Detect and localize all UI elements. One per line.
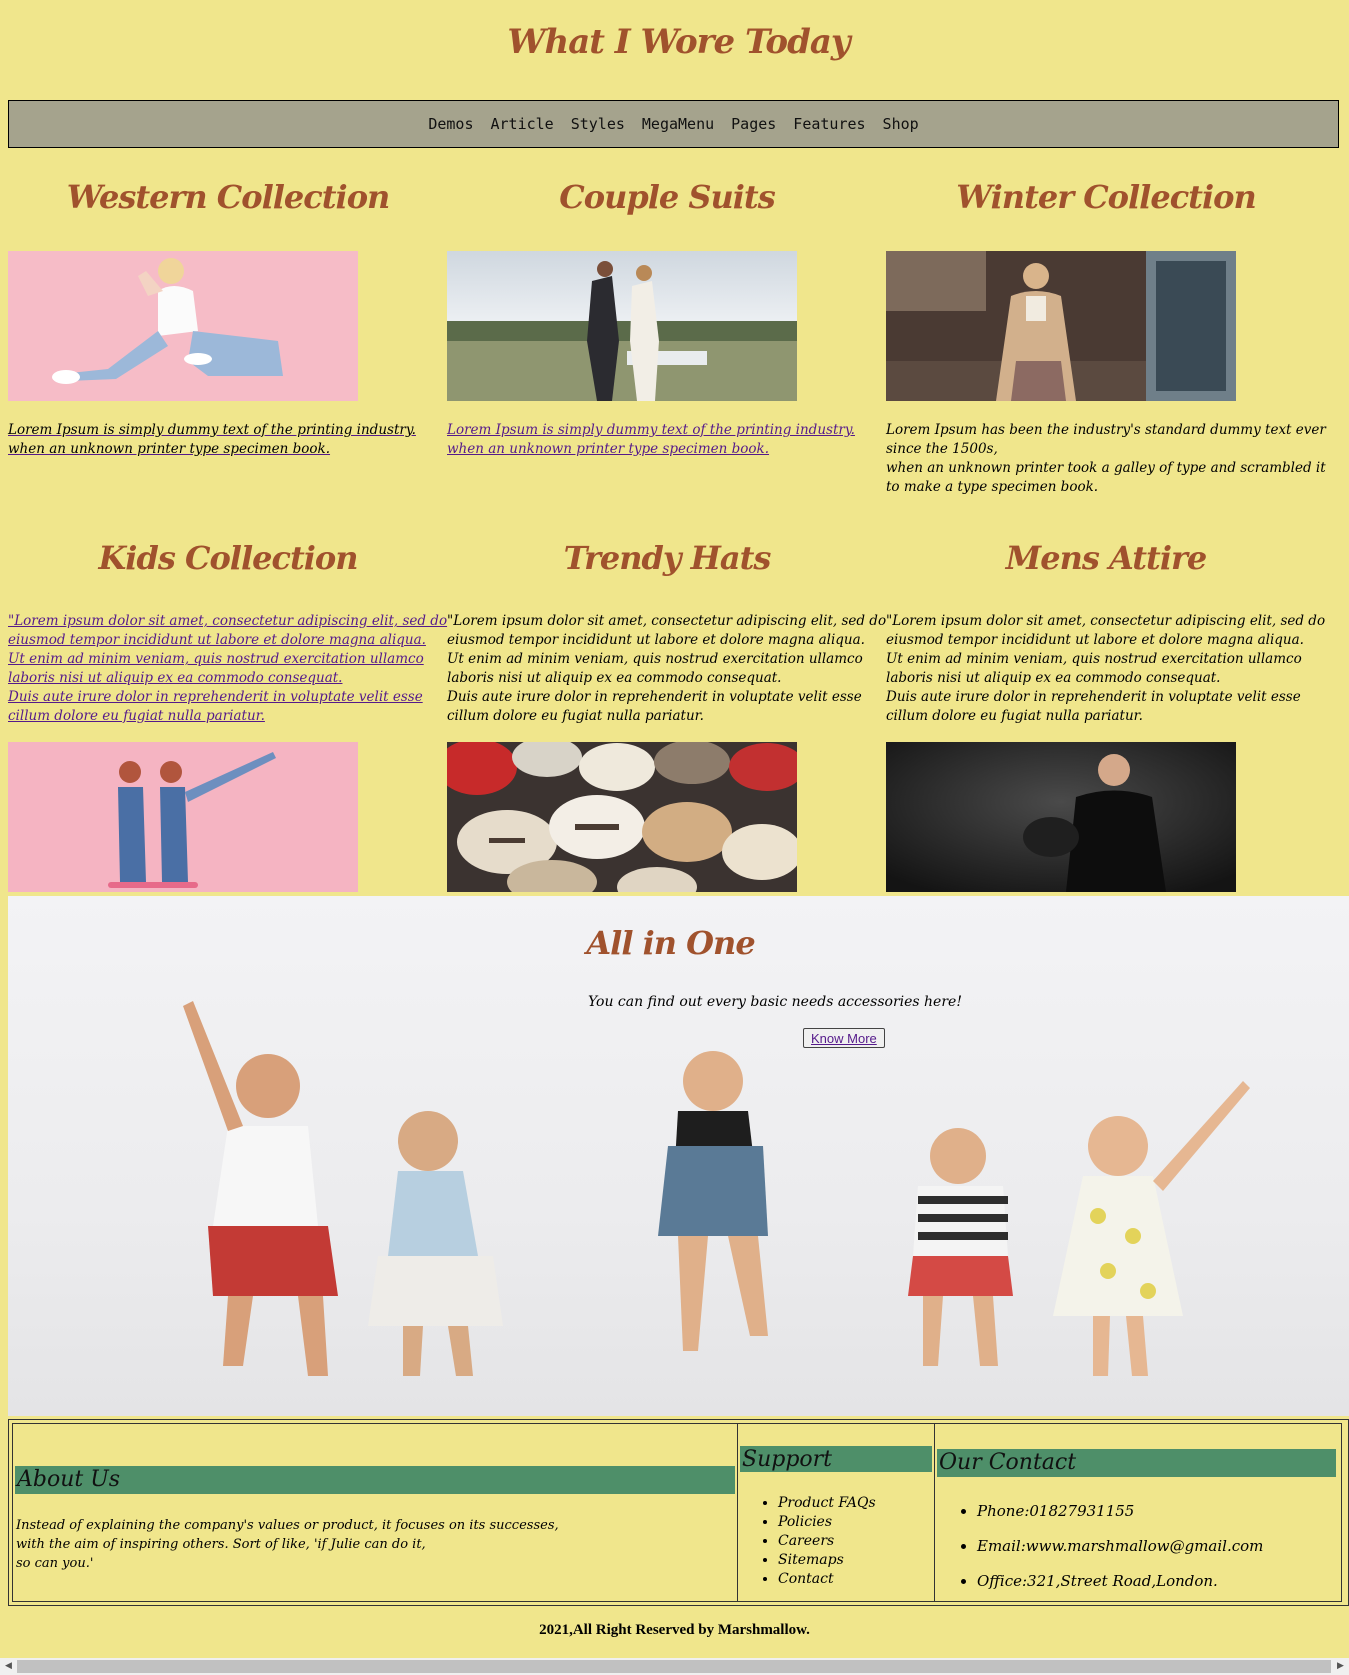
kids-collection-title: Kids Collection bbox=[98, 539, 358, 577]
mens-attire-text: "Lorem ipsum dolor sit amet, consectetur… bbox=[886, 612, 1326, 726]
footer-support-cell: Support Product FAQs Policies Careers Si… bbox=[737, 1423, 935, 1602]
support-list: Product FAQs Policies Careers Sitemaps C… bbox=[758, 1494, 876, 1589]
hats-line-1: "Lorem ipsum dolor sit amet, consectetur… bbox=[447, 613, 887, 648]
mens-line-3: Duis aute irure dolor in reprehenderit i… bbox=[886, 689, 1301, 724]
nav-megamenu[interactable]: MegaMenu bbox=[642, 115, 714, 133]
nav-styles[interactable]: Styles bbox=[571, 115, 625, 133]
hero-title: All in One bbox=[586, 924, 755, 962]
hero-kids-illustration bbox=[183, 1001, 1250, 1376]
nav-features[interactable]: Features bbox=[793, 115, 865, 133]
about-line-3: so can you.' bbox=[16, 1556, 94, 1571]
footer-contact-cell: Our Contact Phone:01827931155 Email:www.… bbox=[934, 1423, 1342, 1602]
about-line-2: with the aim of inspiring others. Sort o… bbox=[16, 1537, 426, 1552]
kids-line-2[interactable]: Ut enim ad minim veniam, quis nostrud ex… bbox=[8, 651, 424, 686]
nav-article[interactable]: Article bbox=[490, 115, 553, 133]
winter-collection-text: Lorem Ipsum has been the industry's stan… bbox=[886, 421, 1326, 497]
western-collection-title: Western Collection bbox=[66, 178, 391, 216]
trendy-hats-card: Trendy Hats bbox=[447, 539, 887, 577]
mens-line-1: "Lorem ipsum dolor sit amet, consectetur… bbox=[886, 613, 1326, 648]
western-line-2: when an unknown printer type specimen bo… bbox=[8, 441, 331, 457]
western-line-1: Lorem Ipsum is simply dummy text of the … bbox=[8, 422, 416, 438]
footer-table: About Us Instead of explaining the compa… bbox=[8, 1419, 1349, 1606]
about-line-1: Instead of explaining the company's valu… bbox=[16, 1518, 559, 1533]
couple-suits-text[interactable]: Lorem Ipsum is simply dummy text of the … bbox=[447, 421, 887, 459]
couple-line-1[interactable]: Lorem Ipsum is simply dummy text of the … bbox=[447, 422, 855, 438]
contact-office: Office:321,Street Road,London. bbox=[977, 1564, 1263, 1599]
kids-line-1[interactable]: "Lorem ipsum dolor sit amet, consectetur… bbox=[8, 613, 447, 648]
main-navbar: Demos Article Styles MegaMenu Pages Feat… bbox=[8, 100, 1339, 148]
copyright-text: 2021,All Right Reserved by Marshmallow. bbox=[539, 1622, 810, 1638]
mens-attire-image bbox=[886, 742, 1236, 892]
about-text: Instead of explaining the company's valu… bbox=[16, 1516, 731, 1573]
kids-collection-text[interactable]: "Lorem ipsum dolor sit amet, consectetur… bbox=[8, 612, 448, 726]
hats-line-2: Ut enim ad minim veniam, quis nostrud ex… bbox=[447, 651, 863, 686]
trendy-hats-image bbox=[447, 742, 797, 892]
hats-line-3: Duis aute irure dolor in reprehenderit i… bbox=[447, 689, 862, 724]
western-collection-image bbox=[8, 251, 358, 401]
scrollbar-thumb[interactable] bbox=[17, 1660, 1331, 1673]
site-title: What I Wore Today bbox=[507, 22, 850, 62]
contact-email: Email:www.marshmallow@gmail.com bbox=[977, 1529, 1263, 1564]
mens-line-2: Ut enim ad minim veniam, quis nostrud ex… bbox=[886, 651, 1302, 686]
mens-attire-card: Mens Attire bbox=[886, 539, 1326, 577]
winter-line-2: when an unknown printer took a galley of… bbox=[886, 460, 1326, 495]
about-heading: About Us bbox=[15, 1466, 735, 1494]
nav-pages[interactable]: Pages bbox=[731, 115, 776, 133]
trendy-hats-text: "Lorem ipsum dolor sit amet, consectetur… bbox=[447, 612, 887, 726]
winter-collection-card: Winter Collection bbox=[886, 178, 1326, 216]
winter-line-1: Lorem Ipsum has been the industry's stan… bbox=[886, 422, 1326, 457]
contact-heading: Our Contact bbox=[937, 1449, 1336, 1477]
couple-suits-title: Couple Suits bbox=[559, 178, 775, 216]
support-item-careers[interactable]: Careers bbox=[778, 1532, 876, 1551]
support-item-policies[interactable]: Policies bbox=[778, 1513, 876, 1532]
kids-collection-card: Kids Collection bbox=[8, 539, 448, 577]
hero-subtitle: You can find out every basic needs acces… bbox=[588, 994, 962, 1010]
winter-collection-title: Winter Collection bbox=[956, 178, 1256, 216]
scroll-left-icon[interactable]: ◀ bbox=[1, 1659, 16, 1674]
western-collection-card: Western Collection bbox=[8, 178, 448, 216]
contact-phone: Phone:01827931155 bbox=[977, 1494, 1263, 1529]
support-heading: Support bbox=[740, 1446, 932, 1472]
western-collection-text: Lorem Ipsum is simply dummy text of the … bbox=[8, 421, 448, 459]
trendy-hats-title: Trendy Hats bbox=[563, 539, 772, 577]
kids-line-3[interactable]: Duis aute irure dolor in reprehenderit i… bbox=[8, 689, 423, 724]
support-item-faqs[interactable]: Product FAQs bbox=[778, 1494, 876, 1513]
support-item-sitemaps[interactable]: Sitemaps bbox=[778, 1551, 876, 1570]
hero-banner: All in One You can find out every basic … bbox=[8, 896, 1349, 1416]
footer-about-cell: About Us Instead of explaining the compa… bbox=[12, 1423, 738, 1602]
horizontal-scrollbar[interactable]: ◀ ▶ bbox=[0, 1658, 1349, 1675]
nav-shop[interactable]: Shop bbox=[883, 115, 919, 133]
couple-suits-card: Couple Suits bbox=[447, 178, 887, 216]
contact-list: Phone:01827931155 Email:www.marshmallow@… bbox=[957, 1494, 1263, 1599]
scroll-right-icon[interactable]: ▶ bbox=[1333, 1659, 1348, 1674]
know-more-button[interactable]: Know More bbox=[803, 1028, 885, 1048]
couple-line-2[interactable]: when an unknown printer type specimen bo… bbox=[447, 441, 769, 457]
nav-demos[interactable]: Demos bbox=[428, 115, 473, 133]
winter-collection-image bbox=[886, 251, 1236, 401]
support-item-contact[interactable]: Contact bbox=[778, 1570, 876, 1589]
mens-attire-title: Mens Attire bbox=[1005, 539, 1207, 577]
kids-collection-image bbox=[8, 742, 358, 892]
couple-suits-image bbox=[447, 251, 797, 401]
